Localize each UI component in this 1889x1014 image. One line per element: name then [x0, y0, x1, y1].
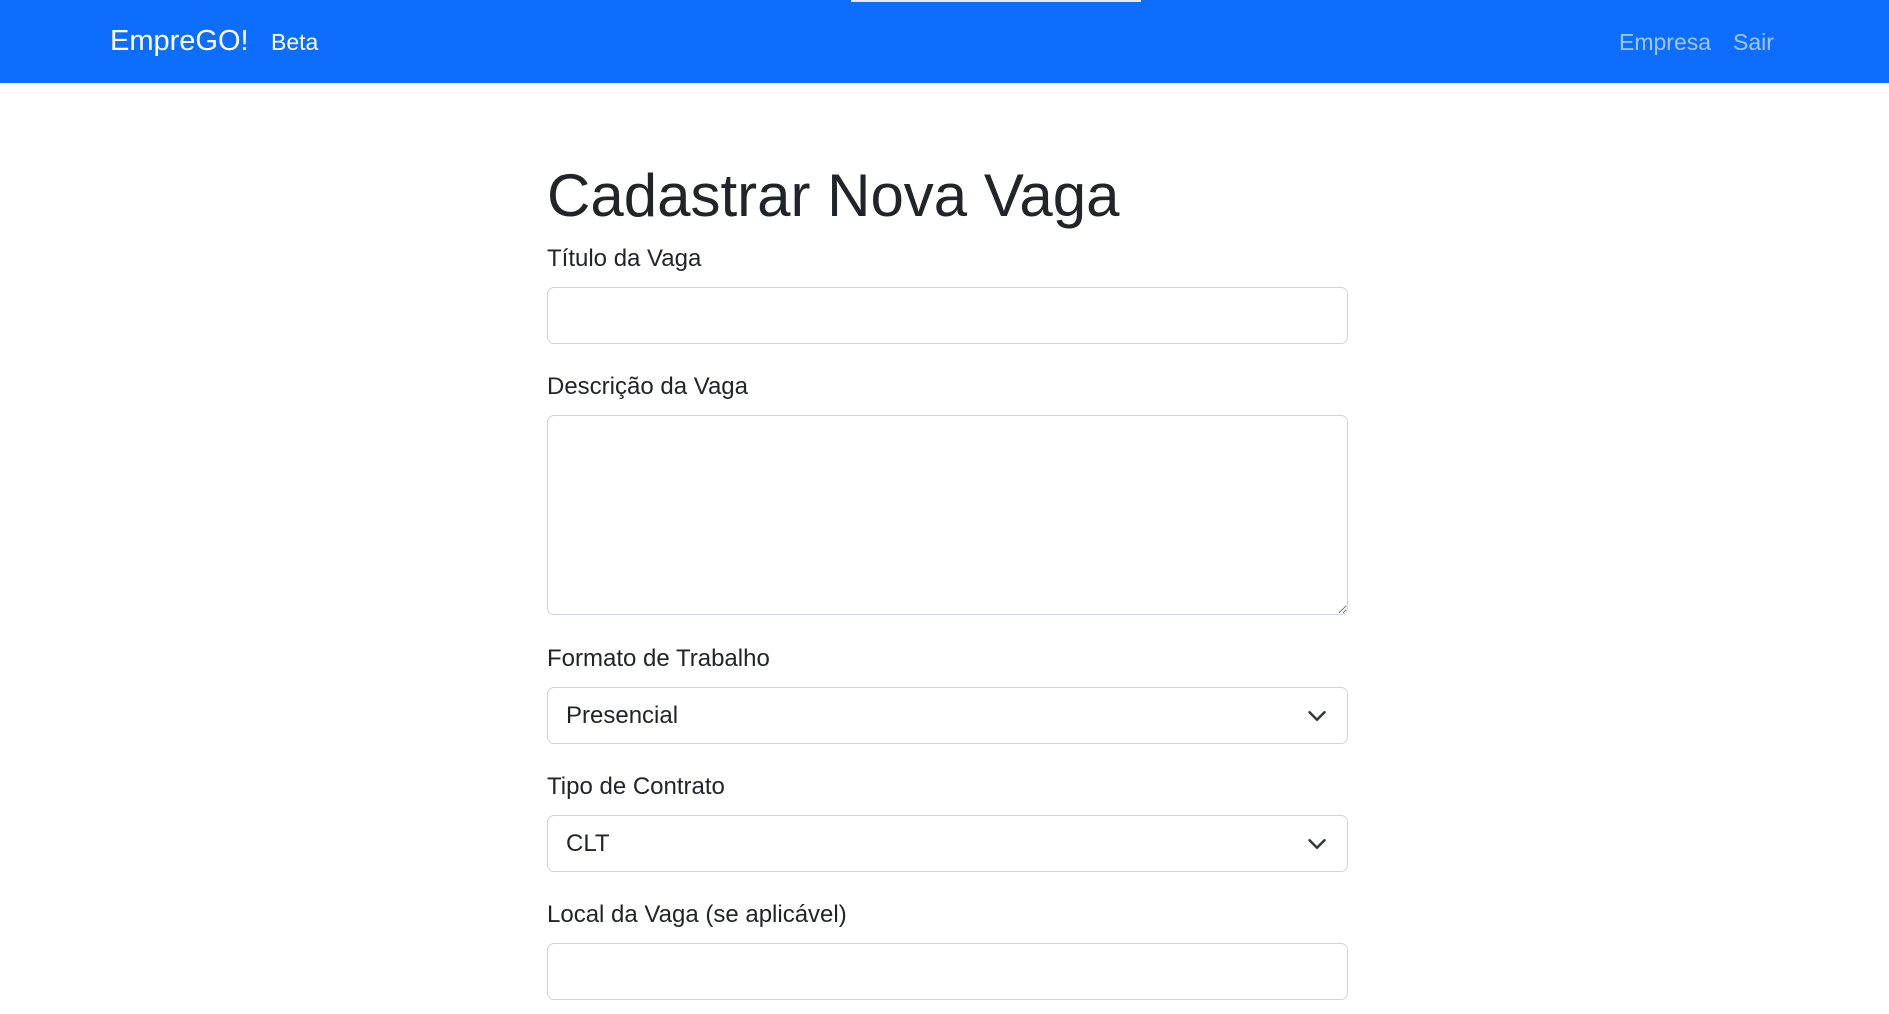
- nav-link-sair[interactable]: Sair: [1733, 27, 1774, 57]
- contrato-select[interactable]: CLT: [547, 815, 1348, 872]
- brand-link[interactable]: EmpreGO!: [110, 23, 249, 59]
- chevron-down-icon: [1308, 839, 1326, 849]
- page-title: Cadastrar Nova Vaga: [547, 162, 1120, 229]
- contrato-label: Tipo de Contrato: [547, 773, 725, 800]
- formato-select[interactable]: Presencial: [547, 687, 1348, 744]
- nav-link-empresa[interactable]: Empresa: [1619, 27, 1711, 57]
- chevron-down-icon: [1308, 711, 1326, 721]
- formato-label: Formato de Trabalho: [547, 645, 770, 672]
- formato-selected-value: Presencial: [566, 702, 679, 729]
- titulo-input[interactable]: [547, 287, 1348, 344]
- titulo-label: Título da Vaga: [547, 245, 702, 272]
- local-input[interactable]: [547, 943, 1348, 1000]
- beta-link[interactable]: Beta: [271, 27, 318, 57]
- local-label: Local da Vaga (se aplicável): [547, 901, 847, 928]
- top-navbar: EmpreGO! Beta Empresa Sair: [0, 0, 1889, 83]
- descricao-label: Descrição da Vaga: [547, 373, 748, 400]
- contrato-selected-value: CLT: [566, 830, 610, 857]
- descricao-textarea[interactable]: [547, 415, 1348, 615]
- navbar-top-highlight: [851, 0, 1141, 2]
